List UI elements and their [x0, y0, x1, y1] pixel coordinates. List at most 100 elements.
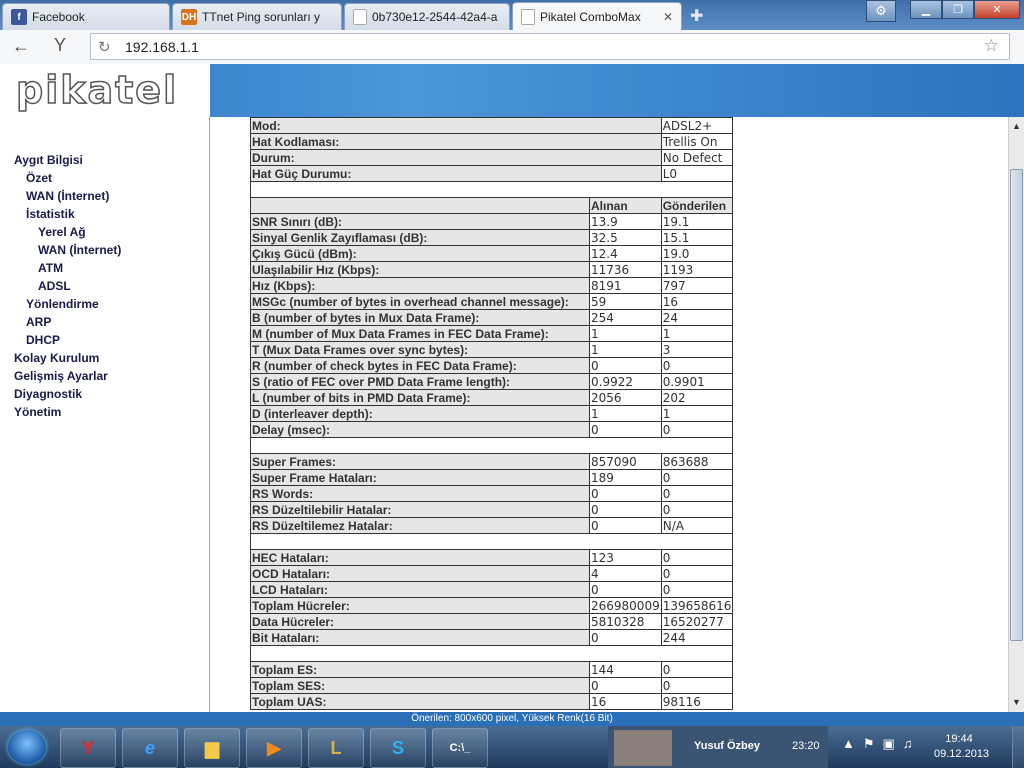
stat-label: Mod:	[250, 117, 662, 134]
tray-up-arrow-icon[interactable]: ▲	[842, 736, 863, 751]
speaker-icon[interactable]: ♫	[903, 736, 921, 751]
close-tab-icon[interactable]: ✕	[657, 10, 673, 24]
gear-icon[interactable]: ⚙	[866, 0, 896, 22]
tab-ttnet[interactable]: DH TTnet Ping sorunları y	[172, 3, 342, 30]
notification-name: Yusuf Özbey	[694, 740, 761, 752]
media-player-icon[interactable]: ▶	[246, 728, 302, 768]
stat-label: RS Düzeltilebilir Hatalar:	[250, 501, 590, 518]
skype-notification[interactable]: Yusuf Özbey 23:20	[608, 726, 828, 768]
system-tray[interactable]: ▲⚑▣♫	[842, 736, 921, 752]
scroll-up-icon[interactable]: ▲	[1012, 121, 1021, 131]
table-row: LCD Hataları: 0 0	[250, 581, 734, 598]
folder-icon[interactable]: ▆	[184, 728, 240, 768]
tab-facebook[interactable]: f Facebook	[2, 3, 170, 30]
sidebar-item-aygit-bilgisi[interactable]: Aygıt Bilgisi	[14, 153, 83, 167]
league-of-legends-icon[interactable]: L	[308, 728, 364, 768]
stat-label: Delay (msec):	[250, 421, 590, 438]
stat-label: LCD Hataları:	[250, 581, 590, 598]
stat-value-sent: 15.1	[660, 229, 734, 246]
stat-value-received: 189	[589, 469, 662, 486]
tab-document[interactable]: 0b730e12-2544-42a4-a	[344, 3, 510, 30]
pikatel-logo: pikatel	[15, 67, 179, 113]
tab-title: Pikatel ComboMax	[540, 9, 641, 24]
show-desktop-button[interactable]	[1012, 726, 1024, 768]
stat-label: Toplam SES:	[250, 677, 590, 694]
sidebar-item-wan-stats[interactable]: WAN (İnternet)	[38, 243, 121, 257]
sidebar-item-yonlendirme[interactable]: Yönlendirme	[26, 297, 99, 311]
table-row: RS Düzeltilemez Hatalar: 0 N/A	[250, 517, 734, 534]
sidebar-item-yonetim[interactable]: Yönetim	[14, 405, 61, 419]
scroll-down-icon[interactable]: ▼	[1012, 697, 1021, 707]
sidebar-item-diyagnostik[interactable]: Diyagnostik	[14, 387, 82, 401]
new-tab-icon[interactable]: ✚	[690, 6, 703, 26]
minimize-button[interactable]: ▁	[910, 0, 942, 19]
sidebar-item-ozet[interactable]: Özet	[26, 171, 52, 185]
stat-value-sent: 0	[660, 357, 734, 374]
sidebar-item-kolay-kurulum[interactable]: Kolay Kurulum	[14, 351, 99, 365]
spacer-row	[249, 645, 734, 662]
stat-value-sent: 244	[660, 629, 734, 646]
stat-value-sent: 863688	[660, 453, 734, 470]
table-row: S (ratio of FEC over PMD Data Frame leng…	[250, 373, 734, 390]
stat-label: Çıkış Gücü (dBm):	[250, 245, 590, 262]
table-row: SNR Sınırı (dB): 13.9 19.1	[250, 213, 734, 230]
tab-pikatel[interactable]: Pikatel ComboMax ✕	[512, 2, 682, 30]
spacer-row	[249, 181, 734, 198]
vertical-scrollbar[interactable]: ▲ ▼	[1008, 117, 1024, 712]
spacer-cell	[249, 181, 734, 198]
stat-label: SNR Sınırı (dB):	[250, 213, 590, 230]
reload-icon[interactable]: ↻	[98, 38, 111, 56]
skype-icon[interactable]: S	[370, 728, 426, 768]
sidebar-item-dhcp[interactable]: DHCP	[26, 333, 60, 347]
stat-value-sent: 19.0	[660, 245, 734, 262]
sidebar-item-gelismis-ayarlar[interactable]: Gelişmiş Ayarlar	[14, 369, 108, 383]
table-row: Hat Kodlaması: Trellis On	[250, 133, 734, 150]
table-row: HEC Hataları: 123 0	[250, 549, 734, 566]
network-icon[interactable]: ▣	[883, 736, 903, 751]
table-row: Çıkış Gücü (dBm): 12.4 19.0	[250, 245, 734, 262]
flag-icon[interactable]: ⚑	[863, 736, 883, 751]
address-bar[interactable]: ↻ 192.168.1.1 ☆	[90, 33, 1010, 60]
clock[interactable]: 19:44 09.12.2013	[934, 732, 989, 762]
table-row: Toplam SES: 0 0	[250, 677, 734, 694]
scrollbar-thumb[interactable]	[1010, 169, 1023, 641]
table-row: RS Words: 0 0	[250, 485, 734, 502]
stat-value-received: 254	[589, 309, 662, 326]
star-icon[interactable]: ☆	[984, 36, 999, 56]
close-window-button[interactable]: ✕	[974, 0, 1020, 19]
stat-value-received: 8191	[589, 277, 662, 294]
stat-value-received: 0	[589, 501, 662, 518]
sidebar-item-atm[interactable]: ATM	[38, 261, 63, 275]
url-text[interactable]: 192.168.1.1	[125, 39, 199, 55]
stat-value-received: 857090	[589, 453, 662, 470]
command-prompt-icon[interactable]: C:\_	[432, 728, 488, 768]
table-row: Durum: No Defect	[250, 149, 734, 166]
clock-time: 19:44	[945, 733, 973, 745]
stat-value-received: 1	[589, 325, 662, 342]
avatar	[614, 730, 672, 766]
stat-value-sent: 16	[660, 293, 734, 310]
table-row: Super Frame Hataları: 189 0	[250, 469, 734, 486]
yandex-icon[interactable]: Y	[54, 35, 66, 56]
stat-value-sent: 0	[660, 501, 734, 518]
sidebar-item-yerel-ag[interactable]: Yerel Ağ	[38, 225, 86, 239]
stat-label: Data Hücreler:	[250, 613, 590, 630]
sidebar-item-arp[interactable]: ARP	[26, 315, 51, 329]
stat-label: B (number of bytes in Mux Data Frame):	[250, 309, 590, 326]
yandex-browser-taskbar-icon[interactable]: Y	[60, 728, 116, 768]
internet-explorer-icon[interactable]: e	[122, 728, 178, 768]
sidebar-item-istatistik[interactable]: İstatistik	[26, 207, 75, 221]
sidebar-item-adsl[interactable]: ADSL	[38, 279, 71, 293]
page-icon	[521, 8, 535, 25]
stat-label: R (number of check bytes in FEC Data Fra…	[250, 357, 590, 374]
spacer-row	[249, 533, 734, 550]
spacer-cell	[249, 437, 734, 454]
start-button[interactable]	[8, 730, 46, 764]
spacer-row	[249, 437, 734, 454]
sidebar-item-wan[interactable]: WAN (İnternet)	[26, 189, 109, 203]
windows-taskbar: Y e ▆ ▶ L S C:\_ Yusuf Özbey 23:20 ▲⚑▣♫ …	[0, 726, 1024, 768]
back-arrow-icon[interactable]: ←	[12, 36, 30, 57]
maximize-button[interactable]: ❐	[942, 0, 974, 19]
table-row: L (number of bits in PMD Data Frame): 205…	[250, 389, 734, 406]
stat-value-sent: 0.9901	[660, 373, 734, 390]
